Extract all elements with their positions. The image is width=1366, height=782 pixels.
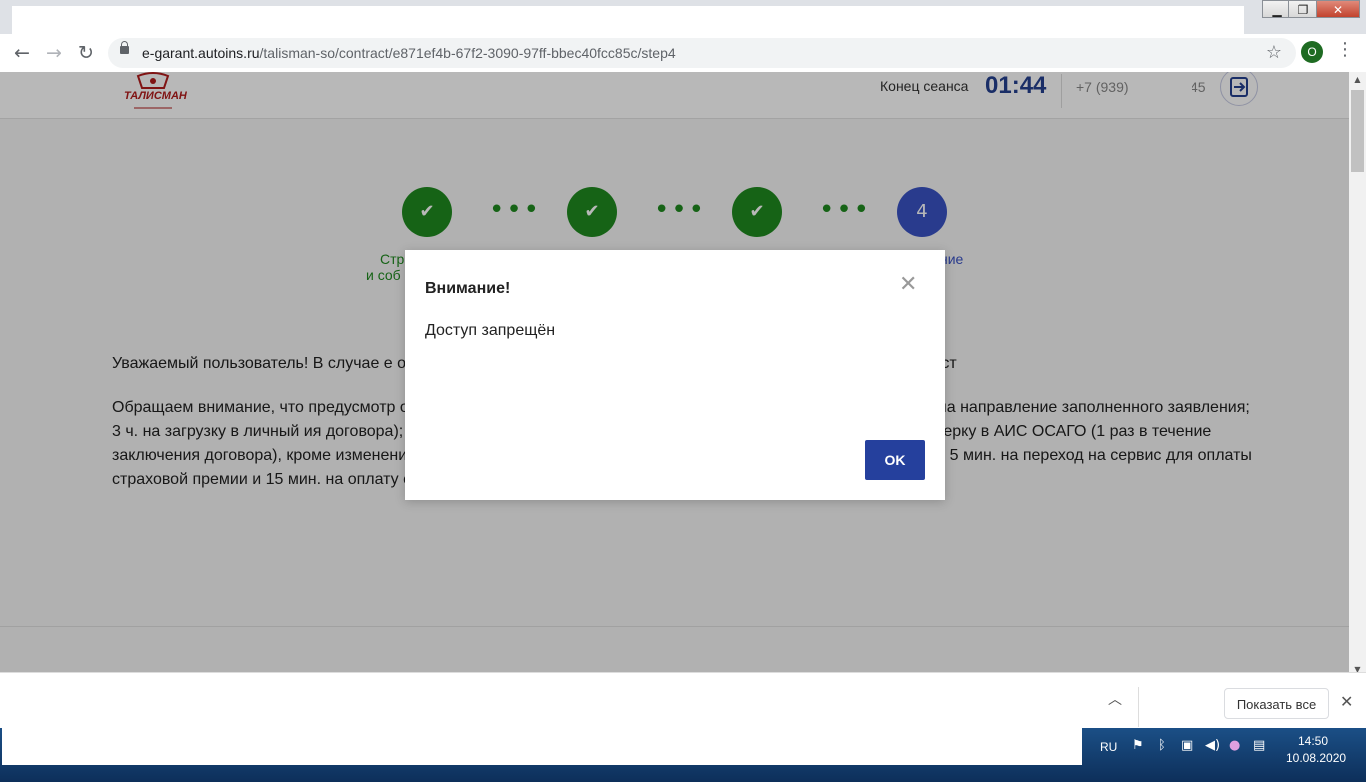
forward-icon[interactable]: →	[42, 41, 66, 65]
url-text[interactable]: e-garant.autoins.ru/talisman-so/contract…	[142, 45, 676, 61]
scroll-thumb[interactable]	[1351, 90, 1364, 172]
downloads-divider	[1138, 687, 1139, 727]
power-icon[interactable]: ▤	[1253, 738, 1265, 753]
volume-icon[interactable]: ◀)	[1205, 738, 1220, 753]
viber-icon[interactable]: ●	[1229, 738, 1240, 753]
bookmark-star-icon[interactable]: ☆	[1266, 42, 1282, 63]
close-icon[interactable]: ✕	[899, 272, 917, 297]
dialog-title: Внимание!	[425, 280, 511, 297]
downloads-bar: ︿ Показать все ✕	[0, 672, 1366, 765]
show-all-downloads-button[interactable]: Показать все	[1224, 688, 1329, 719]
scroll-up-icon[interactable]: ▲	[1349, 72, 1366, 88]
window-close-button[interactable]: ✕	[1316, 0, 1360, 18]
close-downloads-icon[interactable]: ✕	[1340, 692, 1353, 711]
address-bar[interactable]: e-garant.autoins.ru/talisman-so/contract…	[108, 38, 1296, 68]
page-scrollbar[interactable]: ▲ ▼	[1349, 72, 1366, 682]
back-icon[interactable]: ←	[10, 41, 34, 65]
dialog-message: Доступ запрещён	[425, 322, 556, 339]
bluetooth-icon[interactable]: ᛒ	[1158, 738, 1166, 753]
browser-toolbar: ← → ↻ e-garant.autoins.ru/talisman-so/co…	[0, 34, 1366, 73]
maximize-button[interactable]: ❐	[1288, 0, 1318, 18]
browser-menu-icon[interactable]: ⋮	[1336, 39, 1354, 60]
ok-button[interactable]: OK	[865, 440, 925, 480]
lock-icon[interactable]	[120, 41, 129, 54]
profile-avatar[interactable]: O	[1301, 41, 1323, 63]
reload-icon[interactable]: ↻	[74, 41, 98, 65]
clock-date[interactable]: 10.08.2020	[1286, 751, 1346, 765]
language-indicator[interactable]: RU	[1100, 740, 1117, 754]
network-icon[interactable]: ▣	[1181, 738, 1193, 753]
browser-tab[interactable]	[12, 6, 1244, 34]
browser-tabstrip: ▁ ❐ ✕	[0, 0, 1366, 34]
alert-dialog: Внимание! ✕ Доступ запрещён OK	[405, 250, 945, 500]
flag-icon[interactable]: ⚑	[1132, 738, 1144, 753]
redacted-area	[2, 673, 1082, 765]
clock-time[interactable]: 14:50	[1298, 734, 1328, 748]
chevron-up-icon[interactable]: ︿	[1108, 689, 1122, 709]
